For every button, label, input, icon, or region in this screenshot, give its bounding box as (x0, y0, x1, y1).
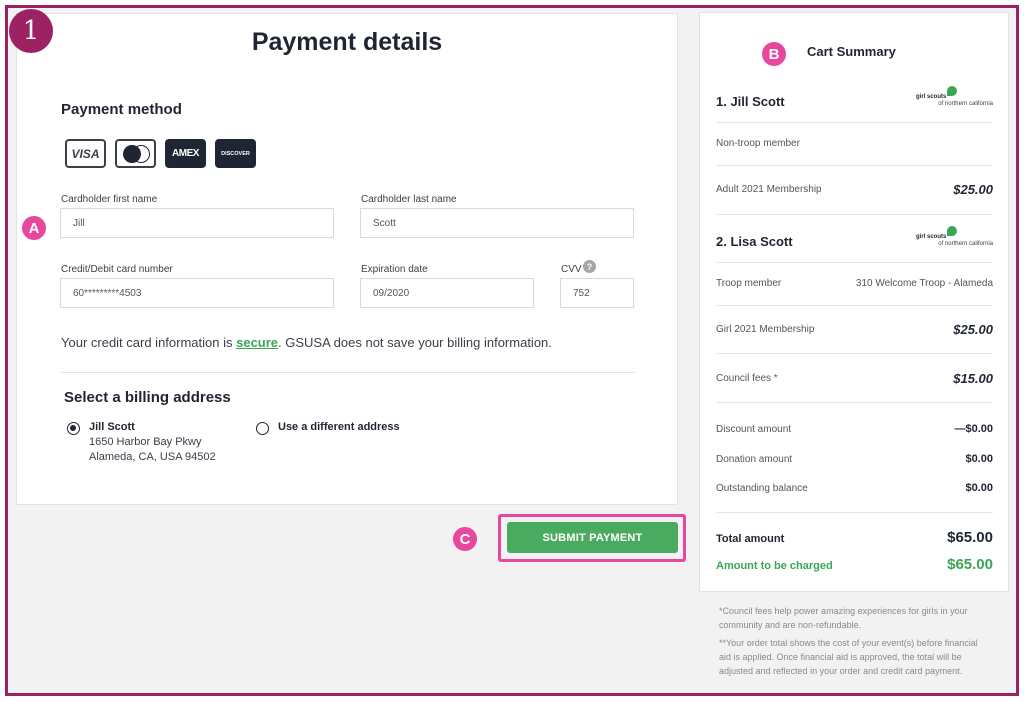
row-divider (716, 305, 993, 306)
billing-address-line2: Alameda, CA, USA 94502 (89, 451, 216, 463)
total-amount-label: Total amount (716, 533, 785, 545)
line-item-label: Council fees * (716, 373, 778, 384)
secure-link[interactable]: secure (236, 335, 278, 350)
annotation-marker-b: B (762, 42, 786, 66)
line-item-label: Adult 2021 Membership (716, 184, 822, 195)
member-type: Troop member (716, 278, 782, 289)
last-name-label: Cardholder last name (361, 194, 457, 205)
mastercard-icon (115, 139, 156, 168)
step-number-badge: 1 (9, 9, 53, 53)
secure-note: Your credit card information is secure. … (61, 335, 552, 350)
billing-option-saved-label[interactable]: Jill Scott (89, 421, 135, 433)
submit-payment-button[interactable]: SUBMIT PAYMENT (507, 522, 678, 553)
row-divider (716, 122, 993, 123)
member-type: Non-troop member (716, 138, 800, 149)
logo-text-line1: girl scouts (916, 94, 947, 100)
annotation-marker-a: A (22, 216, 46, 240)
row-divider (716, 402, 993, 403)
member-name: 2. Lisa Scott (716, 234, 793, 249)
total-amount-value: $65.00 (947, 529, 993, 546)
donation-value: $0.00 (965, 453, 993, 465)
billing-option-saved-radio[interactable] (67, 422, 80, 435)
last-name-input[interactable]: Scott (360, 208, 634, 238)
row-divider (716, 165, 993, 166)
logo-text-line1: girl scouts (916, 234, 947, 240)
line-item-price: $25.00 (953, 182, 993, 197)
help-icon[interactable]: ? (583, 260, 596, 273)
girl-scouts-logo: girl scouts of northern california (913, 86, 993, 110)
row-divider (716, 214, 993, 215)
card-brand-list: VISA AMEX DISCOVER (65, 139, 256, 168)
billing-option-different-label[interactable]: Use a different address (278, 421, 400, 433)
first-name-label: Cardholder first name (61, 194, 158, 205)
annotation-marker-c: C (453, 527, 477, 551)
expiration-date-input[interactable]: 09/2020 (360, 278, 534, 308)
discover-icon: DISCOVER (215, 139, 256, 168)
amount-charged-label: Amount to be charged (716, 560, 833, 572)
member-name: 1. Jill Scott (716, 94, 785, 109)
section-divider (61, 372, 635, 373)
secure-note-prefix: Your credit card information is (61, 335, 237, 350)
row-divider (716, 262, 993, 263)
row-divider (716, 353, 993, 354)
amex-icon: AMEX (165, 139, 206, 168)
billing-address-line1: 1650 Harbor Bay Pkwy (89, 436, 202, 448)
discount-label: Discount amount (716, 424, 792, 435)
troop-name: 310 Welcome Troop - Alameda (855, 278, 993, 289)
page-title: Payment details (251, 28, 443, 56)
trefoil-icon (947, 226, 957, 236)
billing-option-different-radio[interactable] (256, 422, 269, 435)
cvv-input[interactable]: 752 (560, 278, 634, 308)
logo-text-line2: of northern california (938, 101, 993, 107)
billing-address-heading: Select a billing address (64, 389, 231, 406)
row-divider (716, 512, 993, 513)
logo-text-line2: of northern california (938, 241, 993, 247)
outstanding-balance-value: $0.00 (965, 482, 993, 494)
expiration-date-label: Expiration date (361, 264, 428, 275)
secure-note-suffix: . GSUSA does not save your billing infor… (278, 335, 552, 350)
discount-value: —$0.00 (954, 423, 993, 435)
line-item-price: $25.00 (953, 322, 993, 337)
donation-label: Donation amount (716, 454, 793, 465)
council-fees-footnote: *Council fees help power amazing experie… (719, 606, 968, 630)
amount-charged-value: $65.00 (947, 556, 993, 573)
payment-method-heading: Payment method (61, 101, 182, 118)
visa-icon: VISA (65, 139, 106, 168)
first-name-input[interactable]: Jill (60, 208, 334, 238)
cvv-label: CVV (561, 264, 582, 275)
trefoil-icon (947, 86, 957, 96)
outstanding-balance-label: Outstanding balance (716, 483, 808, 494)
line-item-price: $15.00 (953, 371, 993, 386)
girl-scouts-logo: girl scouts of northern california (913, 226, 993, 250)
card-number-input[interactable]: 60*********4503 (60, 278, 334, 308)
card-number-label: Credit/Debit card number (61, 264, 173, 275)
cart-summary-title: Cart Summary (807, 44, 896, 59)
financial-aid-footnote: **Your order total shows the cost of you… (719, 638, 978, 676)
line-item-label: Girl 2021 Membership (716, 324, 815, 335)
